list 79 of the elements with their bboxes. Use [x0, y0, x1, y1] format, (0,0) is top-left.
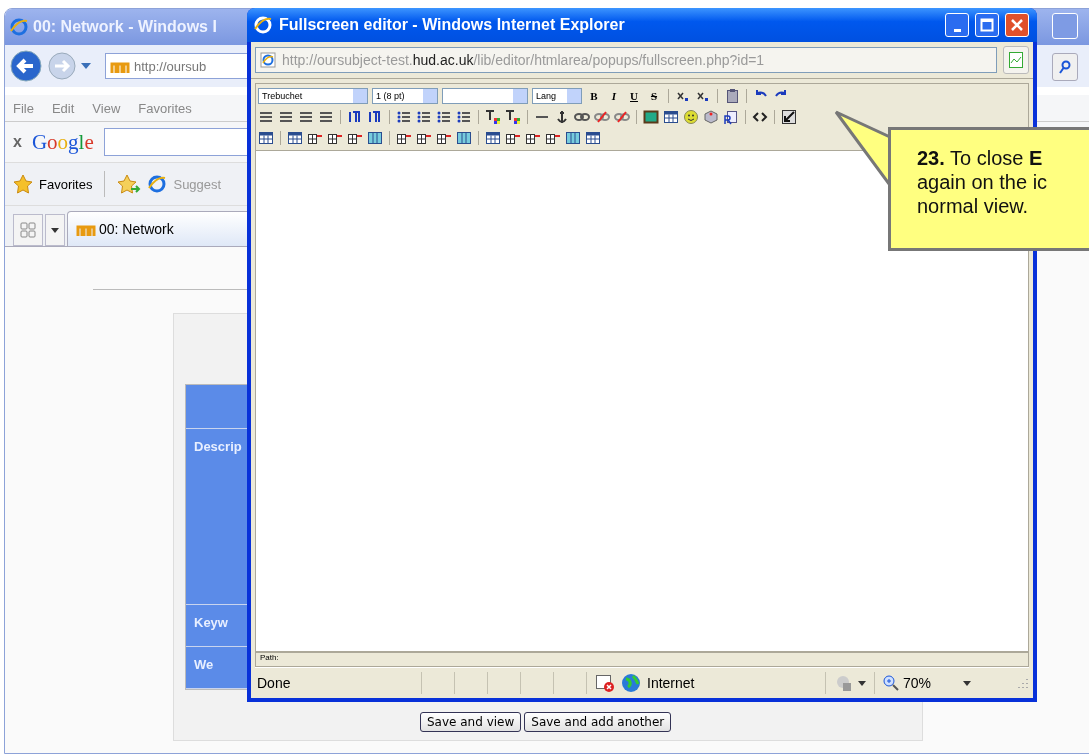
dropdown-arrow-icon[interactable]	[963, 680, 971, 686]
format-select[interactable]	[442, 88, 528, 104]
font-select[interactable]: Trebuchet	[258, 88, 368, 104]
align-right-icon[interactable]	[298, 109, 314, 125]
restore-button[interactable]	[1052, 13, 1078, 39]
chart-page-icon	[1008, 51, 1024, 69]
window-title: Fullscreen editor - Windows Internet Explorer	[279, 16, 626, 34]
field-label: Keyw	[194, 615, 228, 630]
format-button[interactable]: I	[606, 90, 622, 102]
back-button[interactable]	[9, 49, 43, 83]
search-icon	[1059, 60, 1071, 74]
browser-icon	[147, 174, 168, 194]
browser-icon	[9, 17, 29, 37]
align-center-icon[interactable]	[278, 109, 294, 125]
merge-cells-icon[interactable]	[565, 130, 581, 146]
text-direction-icon[interactable]	[367, 109, 383, 125]
compatibility-button[interactable]	[1003, 46, 1029, 74]
fullscreen-icon[interactable]	[781, 109, 797, 125]
star-icon[interactable]	[13, 174, 33, 194]
path-label: Path:	[255, 652, 1029, 667]
caret-icon	[51, 227, 59, 233]
smiley-icon[interactable]	[683, 109, 699, 125]
paste-icon[interactable]	[724, 88, 740, 104]
add-favorite-icon[interactable]	[117, 174, 142, 194]
tab-list-button[interactable]	[45, 214, 65, 246]
table-properties-icon[interactable]	[287, 130, 303, 146]
cell-properties-icon[interactable]	[485, 130, 501, 146]
close-toolbar-button[interactable]: x	[13, 133, 22, 151]
status-text: Done	[256, 675, 292, 691]
globe-icon	[621, 673, 641, 693]
field-label: We	[194, 657, 214, 672]
bullet-list-icon[interactable]	[416, 109, 432, 125]
outdent-icon[interactable]	[436, 109, 452, 125]
align-left-icon[interactable]	[258, 109, 274, 125]
close-icon	[1010, 18, 1024, 32]
grid-icon	[20, 222, 36, 238]
split-cell-icon[interactable]	[585, 130, 601, 146]
zoom-icon	[883, 675, 899, 691]
page-icon	[260, 52, 276, 68]
unlink-icon[interactable]	[594, 109, 610, 125]
size-select[interactable]: 1 (8 pt)	[372, 88, 438, 104]
close-button[interactable]	[1005, 13, 1029, 37]
form-button[interactable]: Save and add another	[524, 712, 672, 732]
google-logo: Google	[31, 129, 94, 155]
resize-grip-icon[interactable]	[1017, 677, 1029, 689]
split-row-icon[interactable]	[367, 130, 383, 146]
indent-icon[interactable]	[456, 109, 472, 125]
field-label: Descrip	[194, 439, 242, 454]
text-color-icon[interactable]	[485, 109, 501, 125]
highlight-color-icon[interactable]	[505, 109, 521, 125]
numbered-list-icon[interactable]	[396, 109, 412, 125]
justify-icon[interactable]	[318, 109, 334, 125]
caret-icon	[858, 680, 866, 686]
maximize-button[interactable]	[975, 13, 999, 37]
table-icon[interactable]	[663, 109, 679, 125]
favorites-button[interactable]: Favorites	[39, 176, 93, 192]
browser-icon	[253, 15, 273, 35]
security-zone: Internet	[647, 675, 695, 691]
minimize-button[interactable]	[945, 13, 969, 37]
search-button[interactable]	[1052, 53, 1078, 81]
window-title: 00: Network - Windows I	[33, 18, 217, 36]
zoom-button[interactable]: 70%	[874, 672, 963, 694]
anchor-icon[interactable]	[554, 109, 570, 125]
split-column-icon[interactable]	[456, 130, 472, 146]
document-icon[interactable]	[723, 109, 739, 125]
address-field[interactable]: http://oursubject-test.hud.ac.uk/lib/editor/htmlarea/popups/fullscreen.php?id=1	[255, 47, 997, 73]
text-direction-icon[interactable]	[347, 109, 363, 125]
maximize-icon	[980, 18, 994, 32]
format-button[interactable]: S	[646, 90, 662, 102]
callout-text: normal view.	[917, 194, 1030, 218]
form-button[interactable]: Save and view	[420, 712, 522, 732]
callout-text: 23. To close E	[917, 146, 1044, 170]
language-select[interactable]: Lang	[532, 88, 582, 104]
format-button[interactable]: B	[586, 90, 602, 102]
format-button[interactable]: U	[626, 90, 642, 102]
remove-link-icon[interactable]	[614, 109, 630, 125]
table-icon[interactable]	[258, 130, 274, 146]
callout-text: again on the ic	[917, 170, 1049, 194]
image-icon[interactable]	[643, 109, 659, 125]
